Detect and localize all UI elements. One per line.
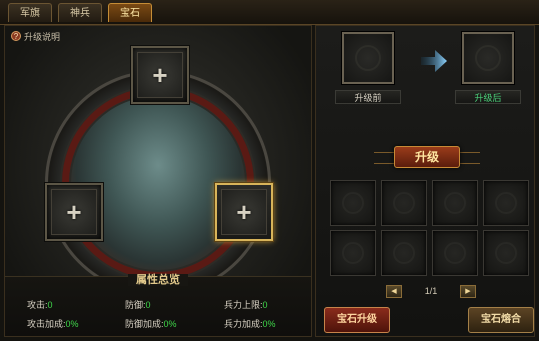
stat-troop-bonus: 兵力加成:0%: [224, 317, 276, 330]
attribute-overview: 属性总览 攻击:0 防御:0 兵力上限:0 攻击加成:0% 防御加成:0% 兵力…: [5, 274, 311, 336]
stat-defense-bonus: 防御加成:0%: [125, 317, 177, 330]
gem-window: 军旗 神兵 宝石 ? 升级说明 + + + 属性总览 攻击:0 防御:0 兵力上…: [0, 0, 539, 341]
inventory-cell[interactable]: [381, 230, 427, 276]
stat-defense-bonus-label: 防御加成:: [125, 319, 164, 329]
gem-slot-top-inner: +: [137, 52, 183, 98]
gem-slot-left-inner: +: [51, 189, 97, 235]
stat-defense: 防御:0: [125, 298, 151, 311]
arrow-right-icon: ▶: [465, 288, 471, 295]
gem-placeholder-icon: [393, 192, 415, 214]
gem-after-slot[interactable]: [462, 32, 514, 84]
plus-icon: +: [152, 60, 168, 90]
stat-attack-bonus-label: 攻击加成:: [27, 319, 66, 329]
upgrade-button[interactable]: 升级: [394, 146, 460, 168]
stat-troop-cap-label: 兵力上限:: [224, 300, 263, 310]
inventory-cell[interactable]: [483, 180, 529, 226]
gem-slot-right[interactable]: +: [215, 183, 273, 241]
stat-attack-value: 0: [47, 300, 53, 310]
inventory-cell[interactable]: [432, 180, 478, 226]
prev-page-button[interactable]: ◀: [386, 285, 402, 298]
stat-troop-cap-value: 0: [262, 300, 268, 310]
arrow-left-icon: ◀: [391, 288, 397, 295]
gem-slot-panel: ? 升级说明 + + + 属性总览 攻击:0 防御:0 兵力上限:0 攻击加成:…: [4, 25, 312, 337]
stat-attack-bonus: 攻击加成:0%: [27, 317, 79, 330]
tab-banner[interactable]: 军旗: [8, 3, 52, 22]
stat-defense-bonus-value: 0%: [163, 319, 177, 329]
inventory-cell[interactable]: [483, 230, 529, 276]
stat-attack-bonus-value: 0%: [65, 319, 79, 329]
inventory-pager: ◀ 1/1 ▶: [386, 285, 476, 298]
gem-before-slot[interactable]: [342, 32, 394, 84]
stat-attack: 攻击:0: [27, 298, 53, 311]
page-indicator: 1/1: [424, 286, 438, 296]
gem-placeholder-icon: [444, 242, 466, 264]
arrow-right-icon: [421, 50, 447, 72]
gem-slot-right-inner: +: [221, 189, 267, 235]
upgrade-help-label: 升级说明: [24, 31, 61, 42]
inventory-cell[interactable]: [432, 230, 478, 276]
gem-slot-left[interactable]: +: [45, 183, 103, 241]
stat-troop-bonus-value: 0%: [262, 319, 276, 329]
inventory-cell[interactable]: [330, 180, 376, 226]
stat-defense-value: 0: [145, 300, 151, 310]
gem-upgrade-button[interactable]: 宝石升级: [324, 307, 390, 333]
gem-placeholder-icon: [444, 192, 466, 214]
gem-placeholder-icon: [495, 192, 517, 214]
tab-divine-weapon[interactable]: 神兵: [58, 3, 102, 22]
upgrade-help-link[interactable]: ? 升级说明: [11, 29, 60, 43]
stat-attack-label: 攻击:: [27, 300, 48, 310]
gem-placeholder-icon: [342, 242, 364, 264]
tab-bar: 军旗 神兵 宝石: [0, 0, 539, 25]
gem-placeholder-icon: [495, 242, 517, 264]
tab-gem[interactable]: 宝石: [108, 3, 152, 22]
gem-placeholder-icon: [355, 45, 381, 71]
question-icon: ?: [11, 31, 21, 41]
stat-troop-cap: 兵力上限:0: [224, 298, 268, 311]
before-label: 升级前: [335, 90, 401, 104]
stat-defense-label: 防御:: [125, 300, 146, 310]
upgrade-panel: 升级前 升级后 升级 ◀ 1/1 ▶ 宝石升级 宝石熔合: [315, 25, 535, 337]
next-page-button[interactable]: ▶: [460, 285, 476, 298]
plus-icon: +: [236, 197, 252, 227]
gem-placeholder-icon: [342, 192, 364, 214]
gem-slot-top[interactable]: +: [131, 46, 189, 104]
gem-fusion-button[interactable]: 宝石熔合: [468, 307, 534, 333]
gem-placeholder-icon: [475, 45, 501, 71]
gem-inventory-grid: [330, 180, 529, 282]
plus-icon: +: [66, 197, 82, 227]
inventory-cell[interactable]: [330, 230, 376, 276]
after-label: 升级后: [455, 90, 521, 104]
attribute-overview-title: 属性总览: [5, 271, 311, 287]
inventory-cell[interactable]: [381, 180, 427, 226]
gem-placeholder-icon: [393, 242, 415, 264]
stat-troop-bonus-label: 兵力加成:: [224, 319, 263, 329]
